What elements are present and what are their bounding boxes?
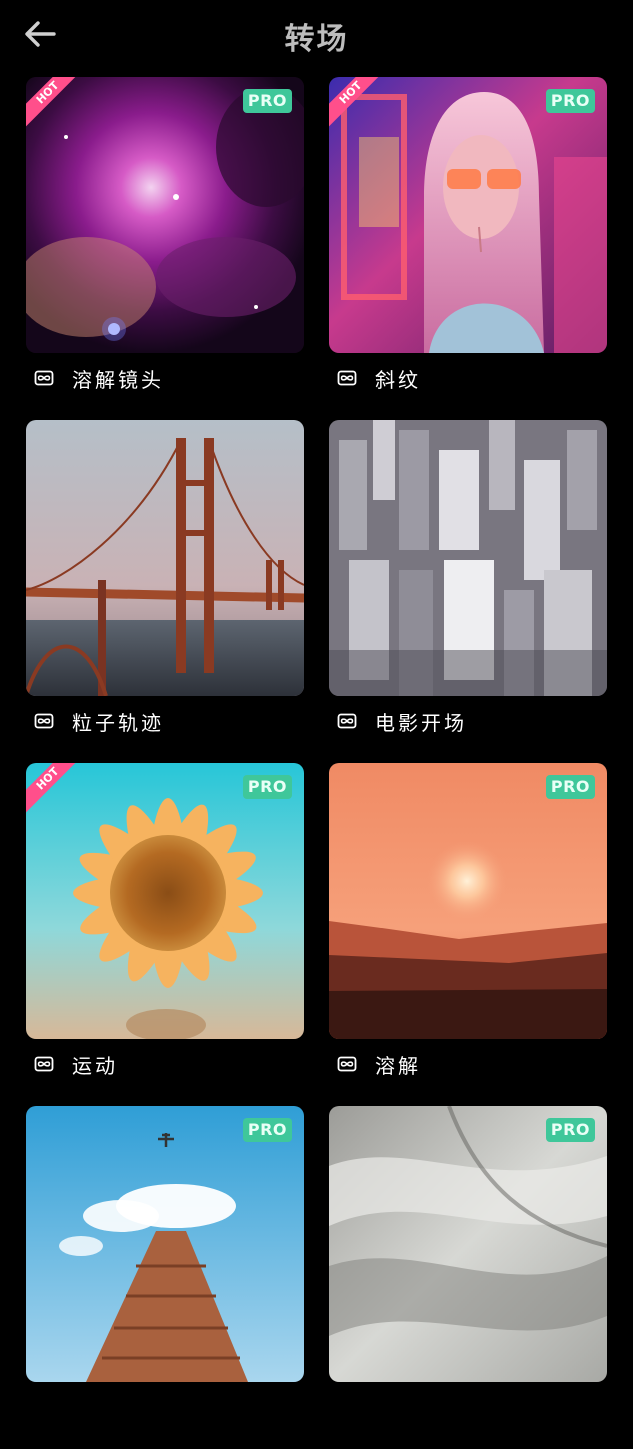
card-label: 运动 bbox=[72, 1053, 118, 1078]
infinity-loop-icon bbox=[34, 370, 54, 386]
card-label-row: 电影开场 bbox=[337, 710, 467, 735]
transition-card-motion[interactable]: HOT PRO 运动 bbox=[26, 763, 304, 1106]
card-label: 粒子轨迹 bbox=[72, 710, 164, 735]
card-label-row: 粒子轨迹 bbox=[34, 710, 164, 735]
sunset-image bbox=[329, 763, 607, 1039]
transition-grid: HOT PRO 溶解镜头 HOT PRO 斜纹 粒子轨迹 电影开场 HOT PR… bbox=[26, 77, 607, 1449]
pro-badge: PRO bbox=[545, 775, 595, 799]
transition-card-diagonal[interactable]: HOT PRO 斜纹 bbox=[329, 77, 607, 420]
card-label: 电影开场 bbox=[375, 710, 467, 735]
infinity-loop-icon bbox=[337, 713, 357, 729]
page-title: 转场 bbox=[284, 22, 349, 57]
neon-portrait-image bbox=[329, 77, 607, 353]
card-label-row: 溶解 bbox=[337, 1053, 421, 1078]
fabric-image bbox=[329, 1106, 607, 1382]
transition-thumbnail bbox=[329, 420, 607, 696]
pro-badge: PRO bbox=[242, 89, 292, 113]
nebula-image bbox=[26, 77, 304, 353]
transition-card-tower[interactable]: PRO bbox=[26, 1106, 304, 1449]
pro-badge: PRO bbox=[242, 775, 292, 799]
pro-badge: PRO bbox=[545, 1118, 595, 1142]
tower-sky-image bbox=[26, 1106, 304, 1382]
card-label: 溶解 bbox=[375, 1053, 421, 1078]
card-label: 斜纹 bbox=[375, 367, 421, 392]
transition-card-particle-trail[interactable]: 粒子轨迹 bbox=[26, 420, 304, 763]
infinity-loop-icon bbox=[34, 1056, 54, 1072]
infinity-loop-icon bbox=[337, 370, 357, 386]
transition-card-dissolve[interactable]: PRO 溶解 bbox=[329, 763, 607, 1106]
transition-card-fabric[interactable]: PRO bbox=[329, 1106, 607, 1449]
card-label-row: 溶解镜头 bbox=[34, 367, 164, 392]
city-image bbox=[329, 420, 607, 696]
card-label-row: 运动 bbox=[34, 1053, 118, 1078]
transition-thumbnail bbox=[26, 420, 304, 696]
sunflower-image bbox=[26, 763, 304, 1039]
transition-thumbnail: HOT PRO bbox=[26, 763, 304, 1039]
pro-badge: PRO bbox=[545, 89, 595, 113]
transition-thumbnail: PRO bbox=[329, 763, 607, 1039]
card-label: 溶解镜头 bbox=[72, 367, 164, 392]
transition-card-movie-opening[interactable]: 电影开场 bbox=[329, 420, 607, 763]
pro-badge: PRO bbox=[242, 1118, 292, 1142]
top-bar: 转场 bbox=[0, 0, 633, 72]
transition-thumbnail: PRO bbox=[26, 1106, 304, 1382]
infinity-loop-icon bbox=[337, 1056, 357, 1072]
transition-thumbnail: HOT PRO bbox=[26, 77, 304, 353]
transition-card-dissolve-lens[interactable]: HOT PRO 溶解镜头 bbox=[26, 77, 304, 420]
card-label-row: 斜纹 bbox=[337, 367, 421, 392]
transition-thumbnail: HOT PRO bbox=[329, 77, 607, 353]
bridge-image bbox=[26, 420, 304, 696]
infinity-loop-icon bbox=[34, 713, 54, 729]
transition-thumbnail: PRO bbox=[329, 1106, 607, 1382]
